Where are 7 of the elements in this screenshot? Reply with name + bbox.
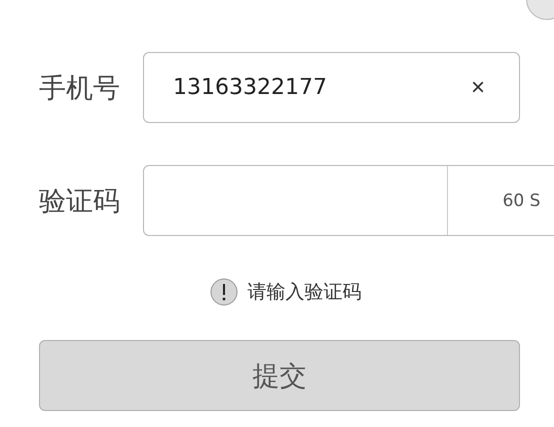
warning-text: 请输入验证码 bbox=[248, 280, 362, 305]
phone-label: 手机号 bbox=[39, 72, 121, 106]
warning-icon bbox=[210, 278, 238, 306]
code-field[interactable]: 60 S bbox=[143, 165, 554, 236]
clear-button[interactable]: × bbox=[466, 74, 489, 102]
phone-field[interactable]: 13163322177 × bbox=[143, 52, 520, 123]
code-label: 验证码 bbox=[39, 184, 121, 218]
